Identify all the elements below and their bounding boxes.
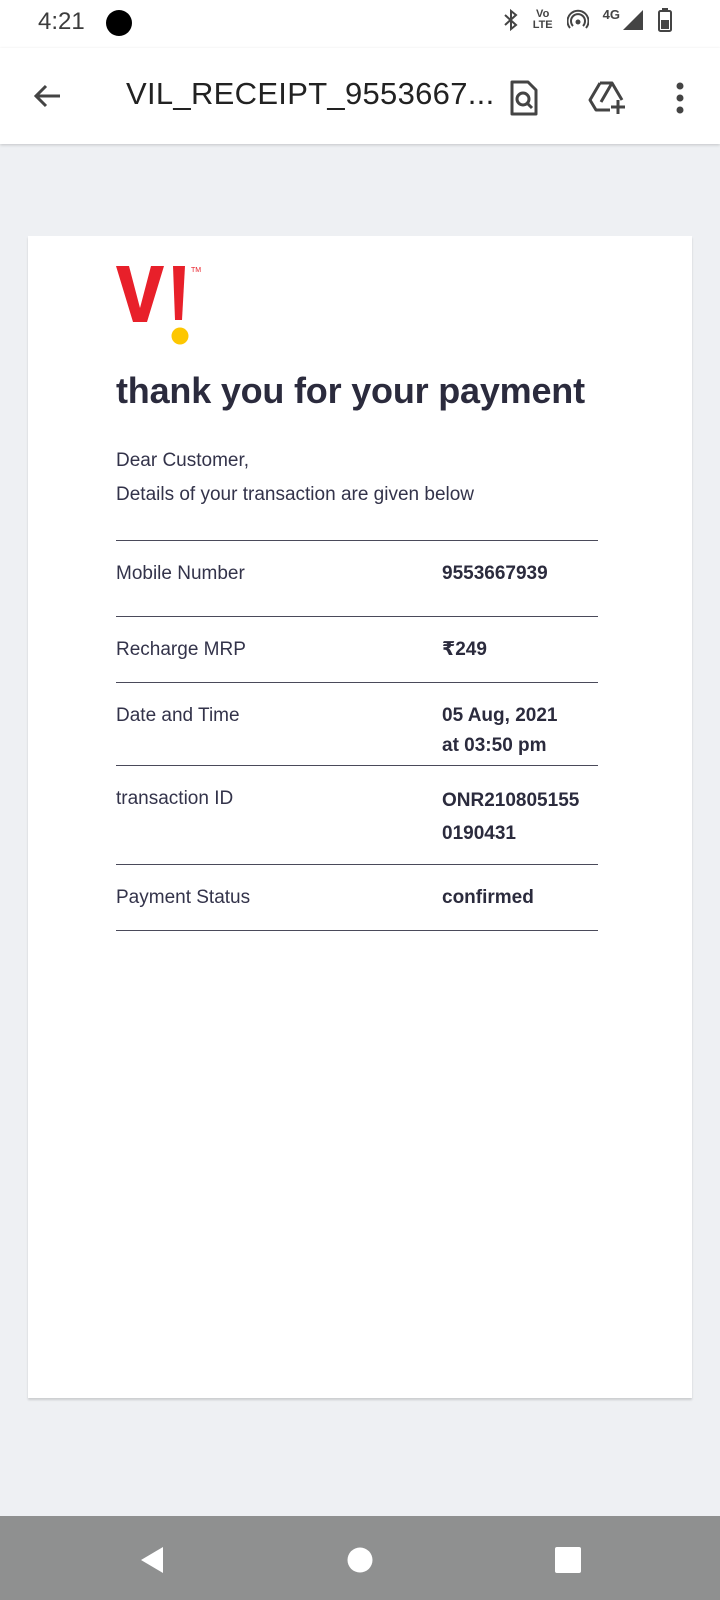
find-in-document-icon: [510, 80, 538, 116]
detail-value-line: ONR210805155: [442, 790, 580, 811]
battery-icon: [658, 8, 672, 32]
nav-back-icon: [141, 1547, 163, 1573]
notification-dot-icon: [106, 10, 132, 36]
detail-value-line: confirmed: [442, 887, 534, 908]
detail-value-line: 05 Aug, 2021: [442, 705, 558, 726]
nav-home-button[interactable]: [338, 1538, 382, 1582]
more-options-button[interactable]: [658, 74, 702, 122]
detail-value-line: 9553667939: [442, 563, 548, 584]
detail-label: Date and Time: [116, 705, 240, 726]
detail-label: transaction ID: [116, 788, 234, 809]
detail-label: Recharge MRP: [116, 639, 246, 660]
find-in-document-button[interactable]: [500, 74, 548, 122]
detail-row-recharge-mrp: Recharge MRP ₹249: [116, 617, 598, 683]
more-vert-icon: [676, 82, 684, 114]
greeting-text: Dear Customer,: [116, 450, 250, 471]
app-bar: VIL_RECEIPT_9553667...: [0, 48, 720, 144]
status-bar: 4:21 Vo LTE 4G: [0, 0, 720, 48]
detail-row-transaction-id: transaction ID ONR210805155 0190431: [116, 766, 598, 865]
detail-label: Payment Status: [116, 887, 251, 908]
detail-value: ₹249: [442, 635, 487, 665]
navigation-bar: [0, 1516, 720, 1600]
detail-value: 05 Aug, 2021 at 03:50 pm: [442, 701, 557, 761]
document-page[interactable]: TM thank you for your payment Dear Custo…: [28, 236, 692, 1398]
document-title: VIL_RECEIPT_9553667...: [126, 76, 495, 111]
add-to-drive-icon: [588, 81, 625, 114]
nav-recents-icon: [555, 1547, 581, 1573]
receipt-heading: thank you for your payment: [116, 370, 585, 411]
transaction-details-table: Mobile Number 9553667939 Recharge MRP ₹2…: [116, 540, 598, 931]
bluetooth-icon: [503, 8, 519, 32]
back-arrow-icon: [33, 84, 60, 108]
network-type: 4G: [602, 6, 620, 22]
volte-bottom: LTE: [532, 19, 553, 31]
vi-logo: TM: [116, 266, 201, 345]
detail-label: Mobile Number: [116, 563, 245, 584]
detail-row-date-time: Date and Time 05 Aug, 2021 at 03:50 pm: [116, 683, 598, 766]
signal-icon: [622, 9, 644, 31]
hotspot-icon: [566, 9, 589, 31]
svg-text:TM: TM: [191, 267, 201, 274]
nav-home-icon: [347, 1547, 373, 1573]
intro-text: Details of your transaction are given be…: [116, 484, 475, 505]
volte-indicator: Vo LTE: [533, 9, 553, 31]
detail-value: confirmed: [442, 883, 534, 913]
detail-row-mobile-number: Mobile Number 9553667939: [116, 541, 598, 617]
detail-value-line: ₹249: [442, 639, 487, 660]
detail-row-payment-status: Payment Status confirmed: [116, 865, 598, 931]
nav-back-button[interactable]: [130, 1538, 174, 1582]
detail-value: 9553667939: [442, 559, 548, 589]
status-time: 4:21: [38, 8, 85, 35]
detail-value: ONR210805155 0190431: [442, 784, 579, 850]
status-icons: Vo LTE 4G: [503, 6, 672, 32]
detail-value-line: 0190431: [442, 823, 516, 844]
nav-recents-button[interactable]: [546, 1538, 590, 1582]
add-to-drive-button[interactable]: [584, 74, 632, 122]
detail-value-line: at 03:50 pm: [442, 735, 547, 756]
back-button[interactable]: [26, 74, 70, 118]
